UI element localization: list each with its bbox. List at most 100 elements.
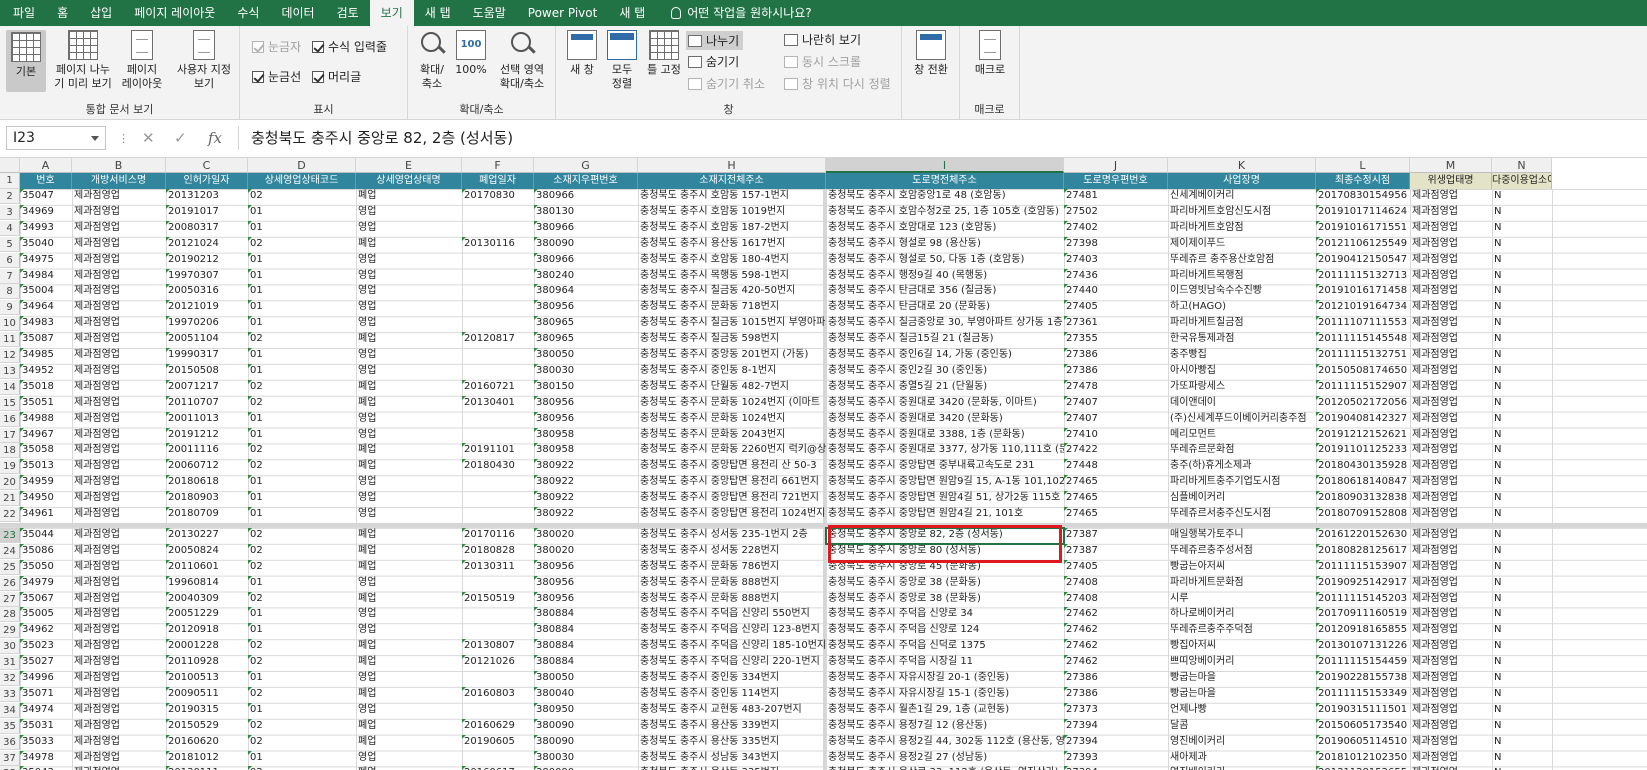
table-cell[interactable]: 충청북도 충주시 용정2길 44, 302동 112호 (용산동, 영 — [826, 735, 1064, 750]
table-cell[interactable]: 영업 — [356, 300, 462, 315]
table-cell[interactable]: 충청북도 충주시 칠금동 1015번지 부영아파트 — [638, 316, 826, 331]
table-cell[interactable]: 충청북도 충주시 중원대로 3388, 1층 (문화동) — [826, 428, 1064, 443]
table-cell[interactable]: 20120502172056 — [1316, 395, 1410, 411]
table-cell[interactable]: 충청북도 충주시 중원대로 3377, 상가동 110,111호 (문화동) — [826, 443, 1064, 458]
table-cell[interactable]: 380020 — [534, 527, 638, 543]
table-cell[interactable]: 제과점영업 — [72, 703, 166, 718]
table-cell[interactable]: 20121024 — [166, 236, 248, 252]
table-cell[interactable]: 제과점영업 — [72, 300, 166, 315]
table-cell[interactable]: 충청북도 충주시 중인동 334번지 — [638, 671, 826, 686]
row-header[interactable]: 18 — [0, 443, 20, 459]
table-cell[interactable]: 쁘띠앙베이커리 — [1168, 655, 1316, 670]
table-cell[interactable]: 20120918165855 — [1316, 623, 1410, 638]
table-cell[interactable]: 35031 — [20, 718, 72, 734]
table-cell[interactable]: N — [1492, 459, 1552, 474]
table-cell[interactable]: 20121106125549 — [1316, 236, 1410, 252]
table-cell[interactable]: 34950 — [20, 491, 72, 506]
table-cell[interactable]: 34964 — [20, 300, 72, 315]
table-cell[interactable]: 충청북도 충주시 호암수청2로 25, 1층 105호 (호암동) — [826, 205, 1064, 220]
table-cell[interactable]: 영업 — [356, 607, 462, 622]
table-cell[interactable]: 380958 — [534, 443, 638, 458]
column-header-I[interactable]: I — [826, 158, 1064, 173]
normal-view-button[interactable]: 기본 — [6, 30, 46, 92]
table-cell[interactable]: 제과점영업 — [1410, 766, 1492, 770]
table-cell[interactable]: 제과점영업 — [72, 639, 166, 654]
table-cell[interactable]: 35058 — [20, 443, 72, 458]
table-cell[interactable]: 제과점영업 — [1410, 284, 1492, 299]
table-cell[interactable]: 제과점영업 — [72, 364, 166, 379]
table-cell[interactable]: 충청북도 충주시 충열5길 21 (단월동) — [826, 380, 1064, 395]
table-cell[interactable]: 충청북도 충주시 중앙동 201번지 (가동) — [638, 348, 826, 363]
table-cell[interactable]: 빵굽는아저씨 — [1168, 560, 1316, 575]
tab-6[interactable]: 검토 — [326, 0, 370, 26]
table-cell[interactable]: 02 — [248, 395, 356, 411]
table-cell[interactable]: 20180618140847 — [1316, 475, 1410, 490]
table-cell[interactable]: 충청북도 충주시 주덕읍 신양리 185-10번지 — [638, 639, 826, 654]
table-cell[interactable]: 20170911160519 — [1316, 607, 1410, 622]
table-cell[interactable]: 충주빵집 — [1168, 348, 1316, 363]
worksheet-grid[interactable]: A B C D E F G H I J K L M N 1 번호 개방서비스명 인허가일자 상세영업상태코드 상세영업… — [0, 158, 1647, 770]
table-cell[interactable]: 한국유통제과점 — [1168, 332, 1316, 347]
table-cell[interactable]: 01 — [248, 671, 356, 686]
table-cell[interactable]: 19990317 — [166, 348, 248, 363]
table-cell[interactable]: 충청북도 충주시 호암동 180-4번지 — [638, 253, 826, 268]
column-header-F[interactable]: F — [462, 158, 534, 173]
name-box[interactable]: I23 — [6, 126, 106, 150]
switch-windows-button[interactable]: 창 전환 — [908, 30, 954, 77]
table-cell[interactable]: 34961 — [20, 507, 72, 522]
table-cell[interactable]: 380030 — [534, 363, 638, 379]
zoom-to-selection-button[interactable]: 선택 영역 확대/축소 — [492, 30, 552, 91]
table-cell[interactable]: 충청북도 충주시 주덕읍 신양로 34 — [826, 607, 1064, 622]
table-cell[interactable]: 매일행복가토주니 — [1168, 528, 1316, 543]
table-cell[interactable]: 02 — [248, 443, 356, 458]
table-cell[interactable]: 380950 — [534, 702, 638, 718]
table-cell[interactable]: 제과점영업 — [1410, 253, 1492, 268]
table-cell[interactable]: 제과점영업 — [1410, 205, 1492, 220]
table-cell[interactable]: 27394 — [1064, 718, 1168, 734]
table-cell[interactable]: 20150508 — [166, 363, 248, 379]
gridlines-checkbox[interactable]: 눈금선 — [252, 68, 301, 85]
table-cell[interactable]: 영업 — [356, 671, 462, 686]
table-cell[interactable] — [462, 269, 534, 284]
table-cell[interactable]: 충청북도 충주시 용산동 335번지 — [638, 735, 826, 750]
chevron-down-icon[interactable] — [91, 136, 99, 141]
table-cell[interactable]: 제과점영업 — [1410, 348, 1492, 363]
table-cell[interactable]: 충청북도 충주시 호암동 187-2번지 — [638, 221, 826, 236]
table-cell[interactable]: N — [1492, 205, 1552, 220]
table-cell[interactable]: 27436 — [1064, 268, 1168, 284]
reset-window-position-button[interactable]: 창 위치 다시 정렬 — [784, 75, 891, 92]
table-cell[interactable]: 27422 — [1064, 443, 1168, 458]
table-cell[interactable]: 380040 — [534, 686, 638, 702]
table-cell[interactable]: 폐업 — [356, 459, 462, 474]
table-cell[interactable]: 영진베이커리 — [1168, 735, 1316, 750]
table-cell[interactable]: 영업 — [356, 205, 462, 220]
table-cell[interactable]: 27405 — [1064, 559, 1168, 575]
table-cell[interactable]: 충청북도 충주시 형설로 50, 다동 1층 (호암동) — [826, 253, 1064, 268]
table-cell[interactable]: 380965 — [534, 316, 638, 331]
table-cell[interactable] — [462, 412, 534, 427]
table-cell[interactable]: 폐업 — [356, 237, 462, 252]
tab-10[interactable]: Power Pivot — [517, 0, 609, 26]
row-header[interactable]: 32 — [0, 671, 20, 686]
table-cell[interactable]: 언제나빵 — [1168, 703, 1316, 718]
table-cell[interactable]: 영업 — [356, 316, 462, 331]
table-cell[interactable]: 제과점영업 — [1410, 735, 1492, 750]
table-cell[interactable]: 충청북도 충주시 주덕읍 신양리 220-1번지 — [638, 655, 826, 670]
new-window-button[interactable]: 새 창 — [564, 30, 600, 77]
table-cell[interactable]: 제과점영업 — [72, 269, 166, 284]
table-cell[interactable]: 충청북도 충주시 주덕읍 신양로 124 — [826, 623, 1064, 638]
table-cell[interactable]: 27403 — [1064, 252, 1168, 268]
table-cell[interactable]: 20130116 — [462, 236, 534, 252]
table-cell[interactable]: 34996 — [20, 671, 72, 686]
table-cell[interactable]: 20190605 — [462, 734, 534, 750]
table-cell[interactable]: 20051229 — [166, 607, 248, 622]
table-cell[interactable]: 제과점영업 — [72, 751, 166, 766]
table-cell[interactable]: 380956 — [534, 300, 638, 315]
table-cell[interactable]: 27394 — [1064, 734, 1168, 750]
table-cell[interactable]: 01 — [248, 220, 356, 236]
table-cell[interactable]: 380956 — [534, 411, 638, 427]
table-cell[interactable]: 제과점영업 — [1410, 655, 1492, 670]
table-cell[interactable]: 뚜레쥬르충주주덕점 — [1168, 623, 1316, 638]
row-header[interactable]: 8 — [0, 284, 20, 300]
column-header-H[interactable]: H — [638, 158, 826, 173]
